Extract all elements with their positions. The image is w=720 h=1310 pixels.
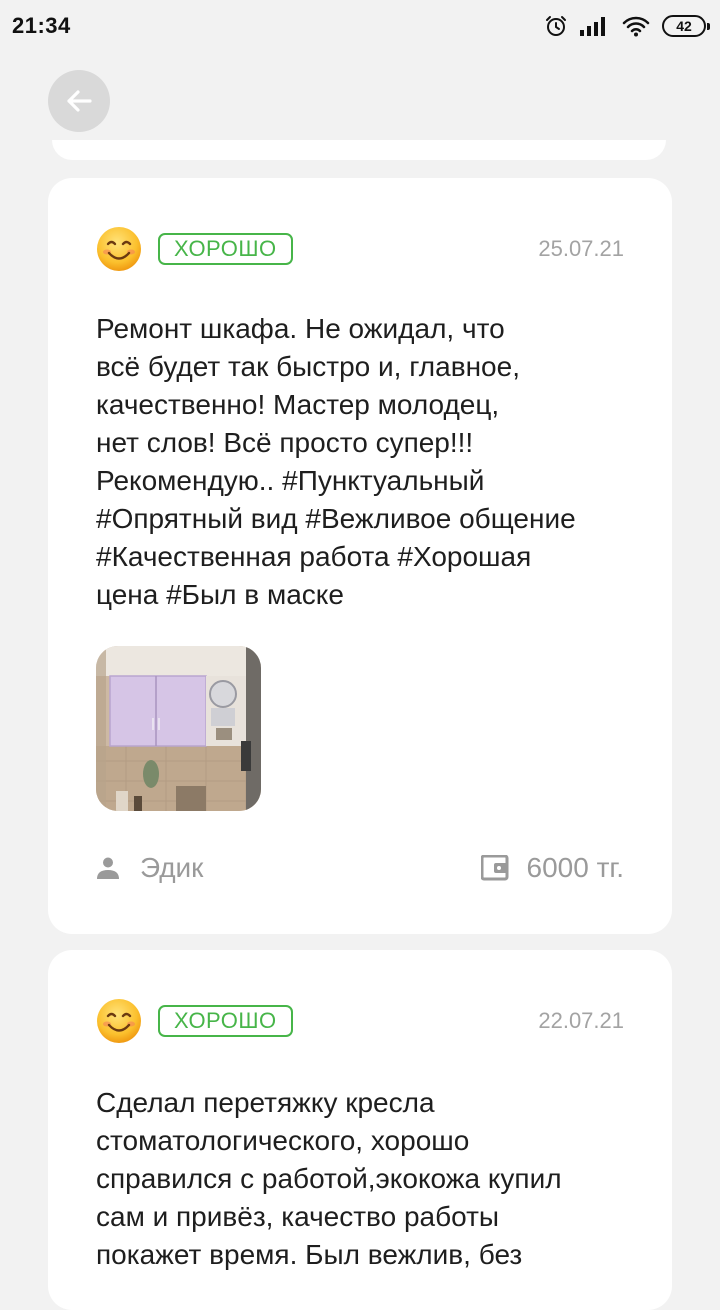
rating-badge: ХОРОШО <box>158 233 293 265</box>
photo-kitchen-cabinet <box>96 646 261 811</box>
alarm-icon <box>546 16 566 36</box>
battery-level: 42 <box>676 18 692 34</box>
smiling-face-icon <box>97 999 141 1043</box>
review-header: ХОРОШО 22.07.21 <box>96 998 624 1044</box>
arrow-left-icon <box>67 90 92 112</box>
status-time: 21:34 <box>12 13 71 38</box>
price: 6000 тг. <box>480 852 624 884</box>
smiling-face-icon <box>97 227 141 271</box>
status-bar: 21:34 42 <box>0 0 720 52</box>
review-date: 25.07.21 <box>538 236 624 261</box>
person-icon <box>97 857 119 879</box>
review-text: Ремонт шкафа. Не ожидал, что всё будет т… <box>96 313 576 610</box>
review-text: Сделал перетяжку кресла стоматологическо… <box>96 1087 562 1270</box>
review-card[interactable]: ХОРОШО 25.07.21 Ремонт шкафа. Не ожидал,… <box>48 178 672 934</box>
wifi-icon <box>622 16 650 37</box>
back-button[interactable] <box>48 70 110 132</box>
wallet-icon <box>480 855 509 881</box>
review-card[interactable]: ХОРОШО 22.07.21 Сделал перетяжку кресла … <box>48 950 672 1310</box>
review-date: 22.07.21 <box>538 1008 624 1033</box>
author-name: Эдик <box>140 852 204 883</box>
battery-icon: 42 <box>662 15 710 37</box>
review-footer: Эдик 6000 тг. <box>96 850 624 886</box>
previous-card-edge <box>52 140 666 160</box>
signal-icon <box>580 17 605 36</box>
status-icons: 42 <box>544 14 710 38</box>
review-photo[interactable] <box>96 646 261 811</box>
review-header: ХОРОШО 25.07.21 <box>96 226 624 272</box>
price-value: 6000 тг. <box>526 852 624 883</box>
rating-badge: ХОРОШО <box>158 1005 293 1037</box>
author: Эдик <box>96 852 203 884</box>
